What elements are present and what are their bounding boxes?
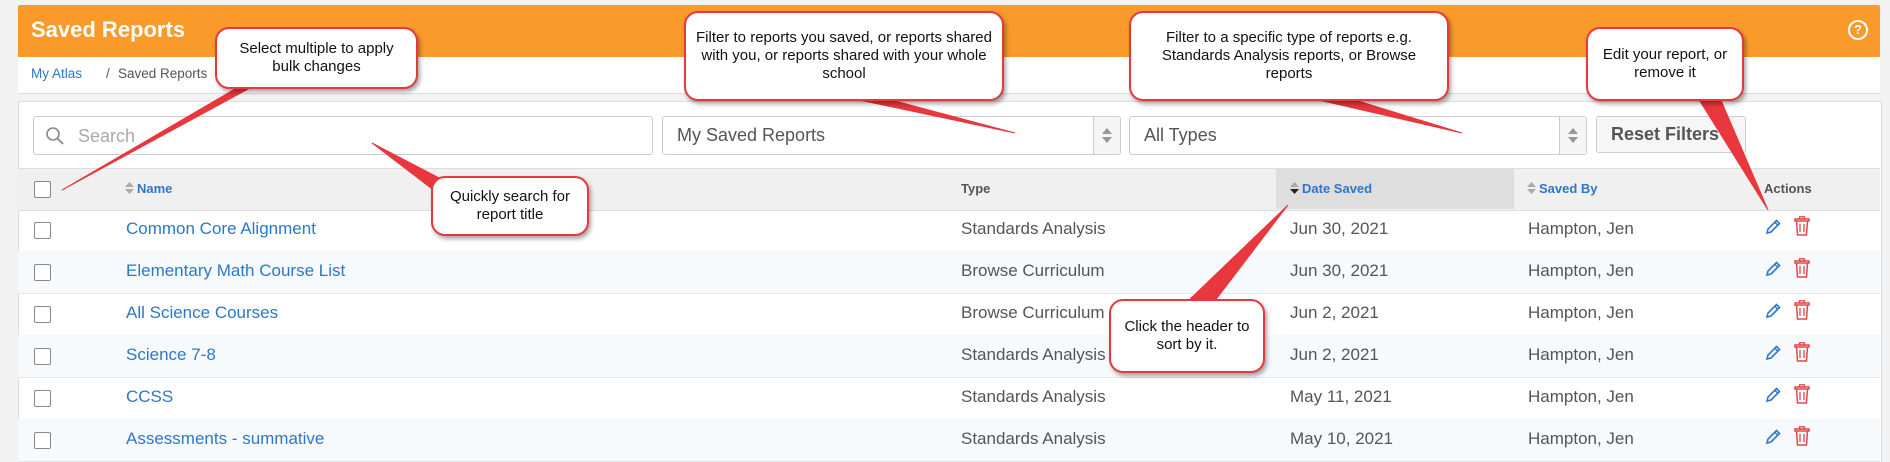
callout-edit-report: Edit your report, or remove it	[1586, 27, 1744, 101]
callout-search-title: Quickly search for report title	[431, 176, 589, 236]
pointer-sort	[1185, 204, 1289, 303]
callout-select-multiple: Select multiple to apply bulk changes	[215, 27, 418, 89]
pointer-select-multiple	[61, 85, 252, 191]
pointer-filter-type	[1309, 96, 1463, 134]
callout-filter-type: Filter to a specific type of reports e.g…	[1129, 11, 1449, 101]
callout-sort-header: Click the header to sort by it.	[1109, 299, 1265, 373]
pointer-edit	[1697, 97, 1769, 211]
pointer-filter-owner	[849, 96, 1016, 134]
callout-filter-owner: Filter to reports you saved, or reports …	[684, 11, 1004, 101]
